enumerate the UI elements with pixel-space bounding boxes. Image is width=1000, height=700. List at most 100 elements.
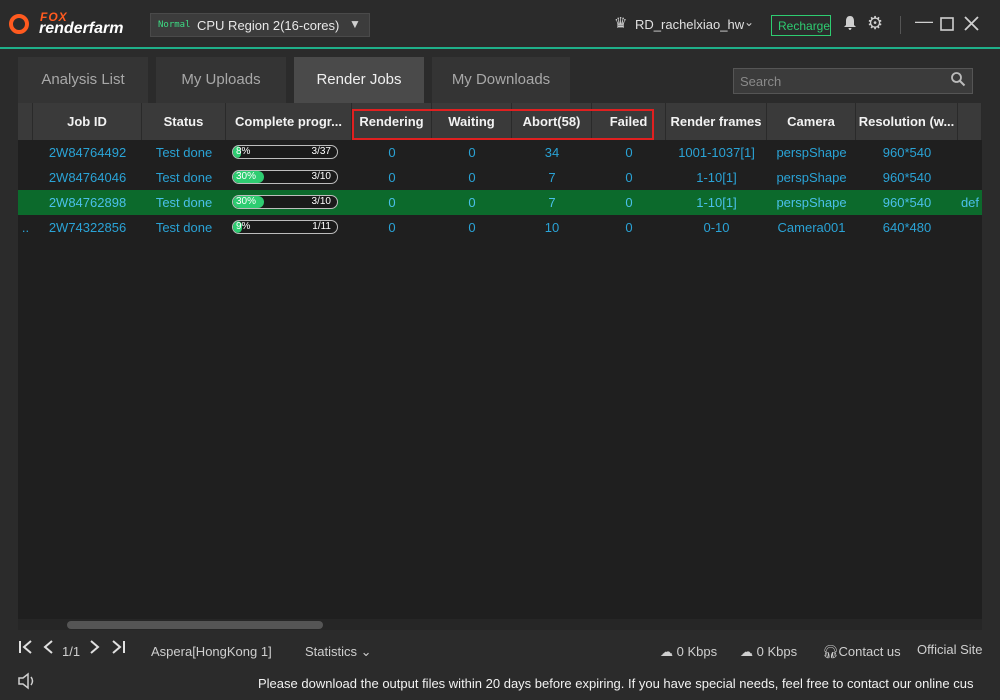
contact-us-link[interactable]: 🎧︎Contact us — [822, 644, 901, 660]
cell-rendering: 0 — [388, 145, 396, 160]
scrollbar-thumb[interactable] — [67, 621, 323, 629]
column-header[interactable]: Camera — [767, 103, 856, 140]
contact-label: Contact us — [838, 644, 901, 659]
progress-count: 3/10 — [311, 171, 331, 182]
cell-frames: 0-10 — [703, 220, 730, 235]
prev-page-icon[interactable] — [42, 639, 54, 660]
close-icon[interactable] — [964, 16, 979, 36]
cell-waiting: 0 — [468, 195, 476, 210]
speaker-icon[interactable] — [17, 672, 37, 695]
upload-cloud-icon: ☁ — [660, 644, 673, 659]
column-header[interactable]: Resolution (w... — [856, 103, 958, 140]
minimize-icon[interactable]: — — [915, 11, 933, 32]
cell-frames: 1001-1037[1] — [678, 145, 755, 160]
cell-prefix: .. — [21, 220, 30, 235]
progress-bar: 30% 3/10 — [232, 170, 338, 184]
column-header[interactable]: Render frames — [666, 103, 767, 140]
last-page-icon[interactable] — [110, 639, 126, 660]
cell-waiting: 0 — [468, 170, 476, 185]
maximize-icon[interactable] — [940, 17, 954, 36]
cell-job-id[interactable]: 2W84764046 — [33, 165, 142, 190]
upload-speed: ☁ 0 Kbps — [660, 644, 717, 660]
column-header[interactable] — [958, 103, 982, 140]
first-page-icon[interactable] — [18, 639, 34, 660]
recharge-button[interactable]: Recharge — [771, 15, 831, 36]
cell-prefix — [18, 190, 33, 215]
table-row[interactable]: .. 2W74322856 Test done 9% 1/11 0 0 10 0 0-10 Came… — [18, 215, 982, 240]
cell-job-id[interactable]: 2W74322856 — [33, 215, 142, 240]
column-header[interactable]: Status — [142, 103, 226, 140]
progress-percent: 30% — [236, 171, 257, 182]
tab-analysis-list[interactable]: Analysis List — [18, 57, 148, 103]
search-input[interactable] — [734, 69, 946, 93]
gear-icon[interactable]: ⚙ — [867, 13, 883, 34]
cell-camera: perspShape — [776, 170, 847, 185]
divider — [900, 16, 901, 34]
table-row[interactable]: 2W84764492 Test done 8% 3/37 0 0 34 0 1001-1037[… — [18, 140, 982, 165]
statistics-menu[interactable]: Statistics ⌄ — [305, 644, 372, 660]
cell-camera: perspShape — [776, 195, 847, 210]
progress-percent: 9% — [236, 221, 251, 232]
cell-abort: 34 — [544, 145, 560, 160]
progress-percent: 8% — [236, 146, 251, 157]
cell-job-id[interactable]: 2W84764492 — [33, 140, 142, 165]
cell-camera: perspShape — [776, 145, 847, 160]
column-header[interactable]: Complete progr... — [226, 103, 352, 140]
cell-extra — [958, 140, 982, 165]
headset-icon: 🎧︎ — [822, 644, 839, 659]
user-avatar-icon: ♛ — [614, 15, 628, 32]
cell-status: Test done — [155, 195, 213, 210]
column-header[interactable]: Job ID — [33, 103, 142, 140]
cell-failed: 0 — [625, 195, 633, 210]
aspera-selector[interactable]: Aspera[HongKong 1] — [151, 644, 272, 659]
cell-status: Test done — [155, 170, 213, 185]
cell-failed: 0 — [625, 220, 633, 235]
table-row[interactable]: 2W84764046 Test done 30% 3/10 0 0 7 0 1-10[1] per… — [18, 165, 982, 190]
cell-camera: Camera001 — [777, 220, 846, 235]
cell-failed: 0 — [625, 170, 633, 185]
download-speed: ☁ 0 Kbps — [740, 644, 797, 660]
tab-my-downloads[interactable]: My Downloads — [432, 57, 570, 103]
tab-my-uploads[interactable]: My Uploads — [156, 57, 286, 103]
cell-frames: 1-10[1] — [696, 195, 737, 210]
progress-bar: 8% 3/37 — [232, 145, 338, 159]
cell-resolution: 640*480 — [882, 220, 932, 235]
bell-icon[interactable] — [843, 15, 857, 36]
column-header[interactable] — [18, 103, 33, 140]
cell-resolution: 960*540 — [882, 170, 932, 185]
cell-resolution: 960*540 — [882, 195, 932, 210]
expiry-notice: Please download the output files within … — [258, 676, 974, 691]
progress-percent: 30% — [236, 196, 257, 207]
cell-extra — [958, 215, 982, 240]
progress-bar: 30% 3/10 — [232, 195, 338, 209]
search-box[interactable] — [733, 68, 973, 94]
table-row[interactable]: 2W84762898 Test done 30% 3/10 0 0 7 0 1-10[1] per… — [18, 190, 982, 215]
chevron-down-icon[interactable]: ⌄ — [744, 15, 754, 29]
tab-render-jobs[interactable]: Render Jobs — [294, 57, 424, 103]
cell-job-id[interactable]: 2W84762898 — [33, 190, 142, 215]
cell-rendering: 0 — [388, 170, 396, 185]
cell-resolution: 960*540 — [882, 145, 932, 160]
page-indicator: 1/1 — [62, 644, 81, 659]
download-speed-value: 0 Kbps — [756, 644, 798, 659]
cell-status: Test done — [155, 220, 213, 235]
region-badge: Normal — [158, 20, 191, 30]
official-site-link[interactable]: Official Site — [917, 642, 983, 657]
next-page-icon[interactable] — [89, 639, 101, 660]
cell-status: Test done — [155, 145, 213, 160]
region-label: CPU Region 2(16-cores) — [197, 18, 340, 33]
cell-extra — [958, 165, 982, 190]
download-cloud-icon: ☁ — [740, 644, 753, 659]
search-icon[interactable] — [950, 71, 966, 91]
cell-rendering: 0 — [388, 220, 396, 235]
user-name[interactable]: RD_rachelxiao_hw — [635, 17, 744, 32]
cell-prefix — [18, 165, 33, 190]
jobs-table: Job ID Status Complete progr... Rendering Wa… — [18, 103, 982, 630]
cell-waiting: 0 — [468, 145, 476, 160]
cell-prefix — [18, 140, 33, 165]
footer-bar: 1/1 Aspera[HongKong 1] Statistics ⌄ ☁ 0 … — [0, 634, 1000, 666]
progress-bar: 9% 1/11 — [232, 220, 338, 234]
horizontal-scrollbar[interactable] — [18, 619, 982, 630]
cell-abort: 7 — [548, 170, 556, 185]
region-selector[interactable]: Normal CPU Region 2(16-cores) ▼ — [150, 13, 370, 37]
